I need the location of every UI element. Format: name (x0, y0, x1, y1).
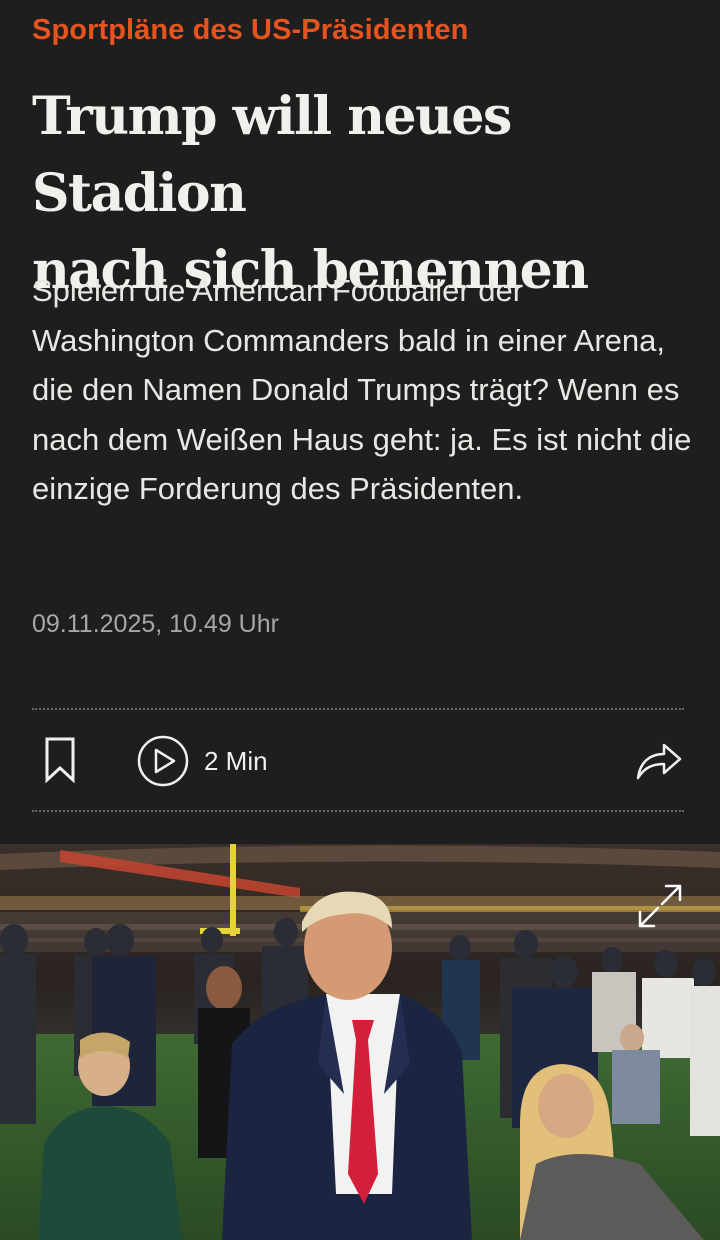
audio-play-button[interactable]: 2 Min (136, 734, 268, 788)
bookmark-icon (45, 737, 75, 784)
publish-date: 09.11.2025, 10.49 Uhr (32, 610, 279, 638)
article-teaser: Spielen die American Footballer der Wash… (32, 273, 692, 506)
article-kicker: Sportpläne des US-Präsidenten (32, 14, 469, 46)
audio-duration-label: 2 Min (204, 745, 268, 776)
expand-arrows-icon (638, 884, 682, 928)
expand-image-button[interactable] (632, 878, 688, 934)
toolbar-divider-bottom (32, 810, 684, 812)
stadium-photo (0, 844, 720, 1240)
play-circle-icon (137, 735, 189, 787)
bookmark-button[interactable] (40, 736, 80, 784)
share-arrow-icon (636, 743, 682, 780)
share-button[interactable] (634, 738, 684, 782)
hero-image[interactable] (0, 844, 720, 1240)
article-toolbar: 2 Min (0, 710, 720, 810)
headline-line-1: Trump will neues Stadion (32, 86, 512, 224)
